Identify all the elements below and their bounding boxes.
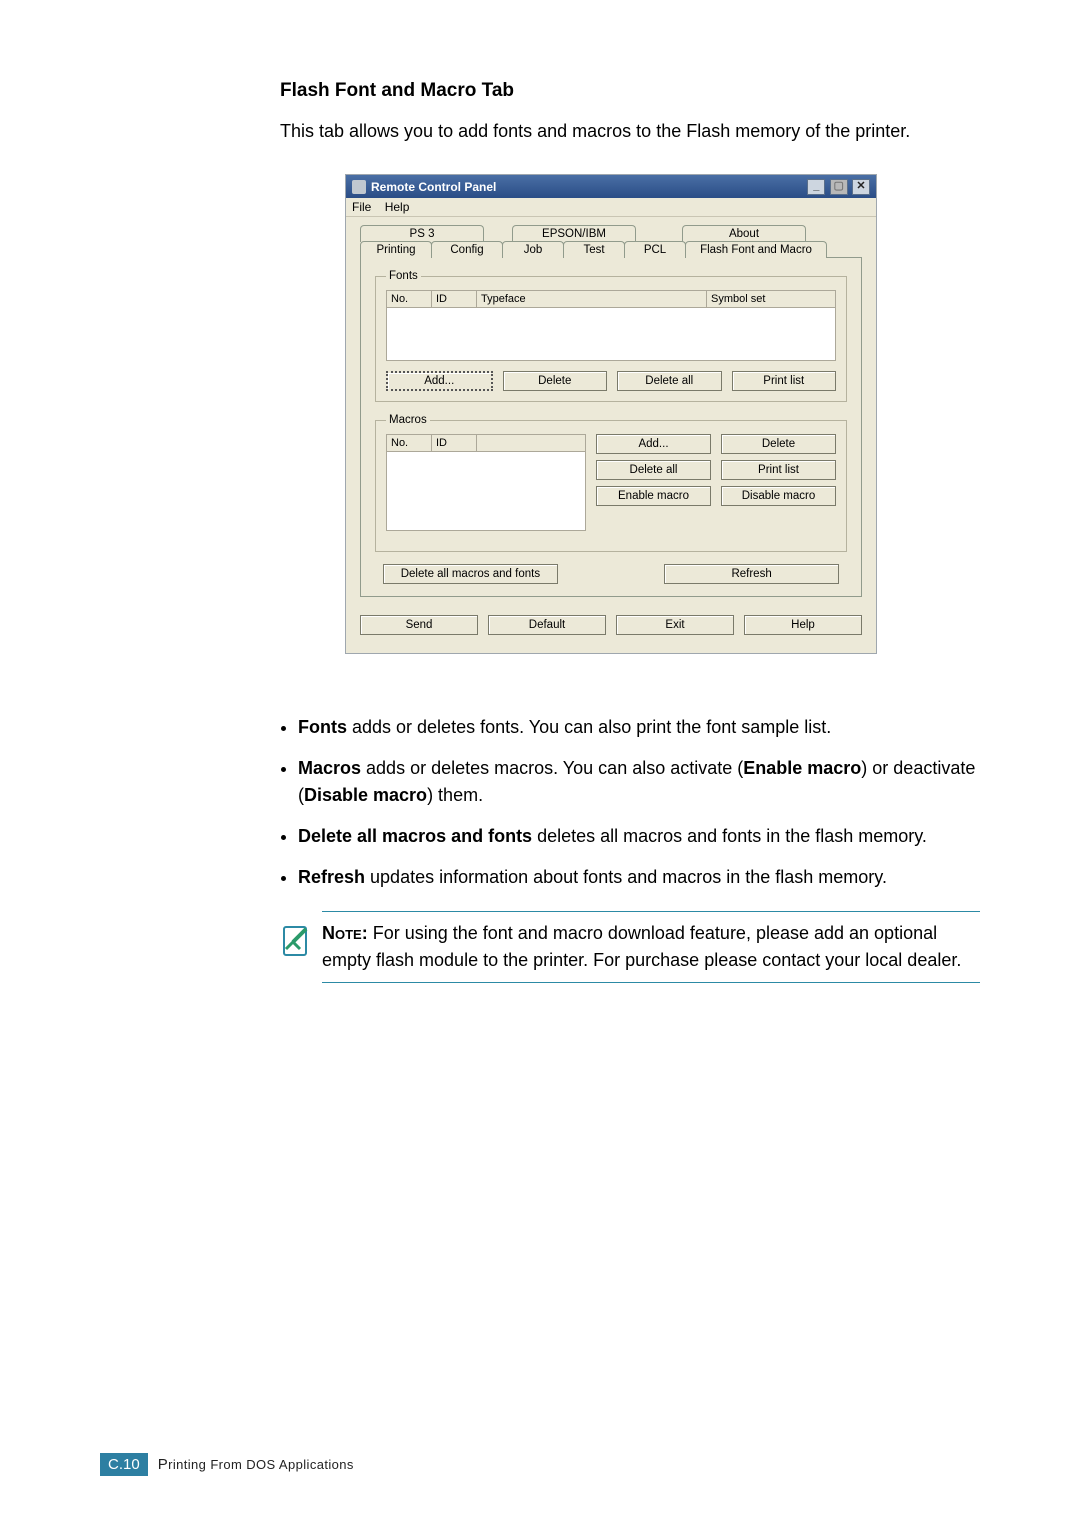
close-button[interactable]: ✕	[852, 179, 870, 195]
col-typeface[interactable]: Typeface	[477, 291, 707, 307]
macros-group: Macros No. ID Add...	[375, 414, 847, 552]
menu-bar: File Help	[346, 198, 876, 217]
maximize-button: ▢	[830, 179, 848, 195]
remote-control-panel-window: Remote Control Panel _ ▢ ✕ File Help PS …	[345, 174, 877, 654]
note-label: Note:	[322, 923, 368, 943]
exit-button[interactable]: Exit	[616, 615, 734, 635]
macros-list[interactable]	[386, 452, 586, 531]
fonts-list[interactable]	[386, 308, 836, 361]
app-icon	[352, 180, 366, 194]
footer-title: Printing From DOS Applications	[158, 1456, 354, 1473]
fonts-delete-all-button[interactable]: Delete all	[617, 371, 722, 391]
note-block: Note: For using the font and macro downl…	[280, 911, 980, 983]
window-controls: _ ▢ ✕	[806, 178, 870, 195]
intro-paragraph: This tab allows you to add fonts and mac…	[280, 118, 980, 144]
fonts-delete-button[interactable]: Delete	[503, 371, 608, 391]
send-button[interactable]: Send	[360, 615, 478, 635]
tab-ps3[interactable]: PS 3	[360, 225, 484, 242]
refresh-button[interactable]: Refresh	[664, 564, 839, 584]
bullet-refresh: Refresh updates information about fonts …	[298, 864, 980, 891]
fonts-add-button[interactable]: Add...	[386, 371, 493, 391]
tab-flash-font-and-macro[interactable]: Flash Font and Macro	[685, 241, 827, 258]
tab-config[interactable]: Config	[431, 241, 503, 258]
minimize-button[interactable]: _	[807, 179, 825, 195]
bullet-delete-all: Delete all macros and fonts deletes all …	[298, 823, 980, 850]
bullet-macros: Macros adds or deletes macros. You can a…	[298, 755, 980, 809]
col-no[interactable]: No.	[387, 291, 432, 307]
bullet-fonts: Fonts adds or deletes fonts. You can als…	[298, 714, 980, 741]
tab-content: Fonts No. ID Typeface Symbol set Add... …	[360, 257, 862, 597]
fonts-print-list-button[interactable]: Print list	[732, 371, 837, 391]
note-text: For using the font and macro download fe…	[322, 923, 961, 970]
page-footer: C.10 Printing From DOS Applications	[100, 1453, 354, 1476]
note-icon	[280, 925, 312, 961]
tab-printing[interactable]: Printing	[360, 241, 432, 258]
tab-about[interactable]: About	[682, 225, 806, 242]
tab-pcl[interactable]: PCL	[624, 241, 686, 258]
col-no[interactable]: No.	[387, 435, 432, 451]
delete-all-macros-and-fonts-button[interactable]: Delete all macros and fonts	[383, 564, 558, 584]
fonts-legend: Fonts	[386, 270, 421, 282]
tab-test[interactable]: Test	[563, 241, 625, 258]
menu-help[interactable]: Help	[385, 200, 410, 214]
macros-delete-all-button[interactable]: Delete all	[596, 460, 711, 480]
macros-delete-button[interactable]: Delete	[721, 434, 836, 454]
feature-bullets: Fonts adds or deletes fonts. You can als…	[280, 714, 980, 891]
default-button[interactable]: Default	[488, 615, 606, 635]
fonts-group: Fonts No. ID Typeface Symbol set Add... …	[375, 270, 847, 402]
menu-file[interactable]: File	[352, 200, 371, 214]
window-title: Remote Control Panel	[371, 180, 496, 194]
tab-job[interactable]: Job	[502, 241, 564, 258]
enable-macro-button[interactable]: Enable macro	[596, 486, 711, 506]
col-id[interactable]: ID	[432, 291, 477, 307]
window-titlebar: Remote Control Panel _ ▢ ✕	[346, 175, 876, 198]
page-number-badge: C.10	[100, 1453, 148, 1476]
col-id[interactable]: ID	[432, 435, 477, 451]
macros-print-list-button[interactable]: Print list	[721, 460, 836, 480]
macros-legend: Macros	[386, 414, 430, 426]
disable-macro-button[interactable]: Disable macro	[721, 486, 836, 506]
fonts-list-header: No. ID Typeface Symbol set	[386, 290, 836, 308]
section-title: Flash Font and Macro Tab	[280, 80, 980, 102]
macros-add-button[interactable]: Add...	[596, 434, 711, 454]
help-button[interactable]: Help	[744, 615, 862, 635]
macros-list-header: No. ID	[386, 434, 586, 452]
col-symbol-set[interactable]: Symbol set	[707, 291, 835, 307]
tab-epson-ibm[interactable]: EPSON/IBM	[512, 225, 636, 242]
